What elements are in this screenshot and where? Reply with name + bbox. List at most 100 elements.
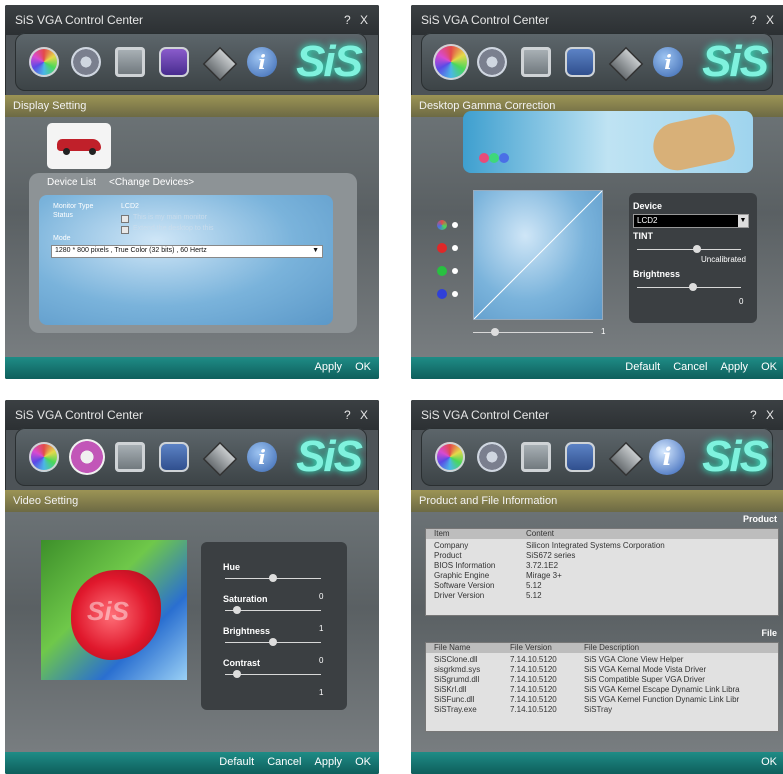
table-row[interactable]: SiSClone.dll 7.14.10.5120 SiS VGA Clone Vi…	[426, 655, 778, 664]
monitor-icon[interactable]	[521, 47, 551, 77]
ok-button[interactable]: OK	[355, 361, 371, 373]
slider-knob[interactable]	[233, 670, 241, 678]
table-row[interactable]: sisgrkmd.sys 7.14.10.5120 SiS VGA Kernal M…	[426, 665, 778, 674]
icon-toolbar: i SiS	[15, 33, 367, 91]
green-channel-radio[interactable]	[452, 268, 458, 274]
info-icon[interactable]: i	[649, 439, 685, 475]
slider-knob[interactable]	[233, 606, 241, 614]
table-row[interactable]: Software Version 5.12	[426, 581, 778, 590]
gear-icon[interactable]	[159, 47, 189, 77]
table-row[interactable]: SiSKrl.dll 7.14.10.5120 SiS VGA Kernel Esc…	[426, 685, 778, 694]
table-row[interactable]: SiSgrumd.dll 7.14.10.5120 SiS Compatible S…	[426, 675, 778, 684]
hue-slider[interactable]	[225, 574, 321, 582]
table-row[interactable]: Driver Version 5.12	[426, 591, 778, 600]
ok-button[interactable]: OK	[355, 756, 371, 768]
apply-button[interactable]: Apply	[315, 361, 343, 373]
color-wheel-icon[interactable]	[29, 47, 59, 77]
cancel-button[interactable]: Cancel	[673, 361, 707, 373]
color-wheel-icon[interactable]	[29, 442, 59, 472]
diamond-icon[interactable]	[608, 46, 644, 82]
info-icon[interactable]: i	[653, 47, 683, 77]
table-row[interactable]: Graphic Engine Mirage 3+	[426, 571, 778, 580]
film-reel-icon[interactable]	[69, 439, 105, 475]
help-close-buttons[interactable]: ? X	[344, 13, 371, 27]
color-wheel-icon[interactable]	[435, 442, 465, 472]
blue-channel-icon[interactable]	[437, 289, 447, 299]
chevron-down-icon: ▼	[312, 247, 319, 254]
gear-icon[interactable]	[565, 442, 595, 472]
film-reel-icon[interactable]	[477, 442, 507, 472]
slider-knob[interactable]	[491, 328, 499, 336]
section-title: Video Setting	[5, 490, 379, 512]
tint-slider[interactable]	[637, 245, 741, 253]
change-devices-link[interactable]: <Change Devices>	[109, 177, 194, 188]
car-thumbnail[interactable]	[47, 123, 111, 169]
table-row[interactable]: BIOS Information 3.72.1E2	[426, 561, 778, 570]
slider-knob[interactable]	[693, 245, 701, 253]
diamond-icon[interactable]	[202, 441, 238, 477]
help-close-buttons[interactable]: ? X	[750, 13, 777, 27]
saturation-slider[interactable]	[225, 606, 321, 614]
help-close-buttons[interactable]: ? X	[750, 408, 777, 422]
icon-toolbar: i SiS	[421, 428, 773, 486]
brightness-slider[interactable]	[637, 283, 741, 291]
product-info-table: Item Content Company Silicon Integrated S…	[425, 528, 779, 616]
red-channel-radio[interactable]	[452, 245, 458, 251]
all-channel-radio[interactable]	[452, 222, 458, 228]
table-cell: Mirage 3+	[526, 571, 562, 580]
monitor-icon[interactable]	[521, 442, 551, 472]
diamond-icon[interactable]	[608, 441, 644, 477]
palette-icon	[648, 111, 738, 175]
diamond-icon[interactable]	[202, 46, 238, 82]
table-row[interactable]: Product SiS672 series	[426, 551, 778, 560]
monitor-icon[interactable]	[115, 47, 145, 77]
default-button[interactable]: Default	[625, 361, 660, 373]
mode-label: Mode	[53, 235, 71, 242]
table-row[interactable]: Company Silicon Integrated Systems Corpor…	[426, 541, 778, 550]
all-color-channel-icon[interactable]	[437, 220, 447, 230]
device-dropdown[interactable]: LCD2 ▼	[633, 214, 749, 228]
film-reel-icon[interactable]	[71, 47, 101, 77]
monitor-icon[interactable]	[115, 442, 145, 472]
blue-channel-radio[interactable]	[452, 291, 458, 297]
gamma-slider[interactable]	[473, 328, 593, 336]
table-row[interactable]: SiSFunc.dll 7.14.10.5120 SiS VGA Kernel Fu…	[426, 695, 778, 704]
color-wheel-icon[interactable]	[433, 44, 469, 80]
slider-knob[interactable]	[269, 638, 277, 646]
brightness-slider[interactable]	[225, 638, 321, 646]
product-header: Product	[742, 514, 777, 524]
brightness-value: 0	[739, 297, 744, 306]
mode-dropdown[interactable]: 1280 * 800 pixels , True Color (32 bits)…	[51, 245, 323, 258]
blue-dot-icon	[499, 153, 509, 163]
gear-icon[interactable]	[565, 47, 595, 77]
main-monitor-checkbox[interactable]	[121, 215, 129, 223]
default-button[interactable]: Default	[219, 756, 254, 768]
file-info-table: File Name File Version File Description …	[425, 642, 779, 732]
slider-knob[interactable]	[269, 574, 277, 582]
table-cell: SiSgrumd.dll	[434, 675, 480, 684]
apply-button[interactable]: Apply	[721, 361, 749, 373]
extend-desktop-checkbox[interactable]	[121, 226, 129, 234]
apply-button[interactable]: Apply	[315, 756, 343, 768]
green-channel-icon[interactable]	[437, 266, 447, 276]
saturation-value: 0	[319, 592, 324, 601]
cancel-button[interactable]: Cancel	[267, 756, 301, 768]
contrast-scale-value: 1	[319, 688, 324, 697]
ok-button[interactable]: OK	[761, 361, 777, 373]
dialog-buttons: OK	[751, 756, 777, 768]
gear-icon[interactable]	[159, 442, 189, 472]
display-setting-window: SiS VGA Control Center ? X i SiS Display…	[5, 5, 379, 379]
info-icon[interactable]: i	[247, 47, 277, 77]
table-row[interactable]: SiSTray.exe 7.14.10.5120 SiSTray	[426, 705, 778, 714]
section-title: Display Setting	[5, 95, 379, 117]
slider-knob[interactable]	[689, 283, 697, 291]
help-close-buttons[interactable]: ? X	[344, 408, 371, 422]
film-reel-icon[interactable]	[477, 47, 507, 77]
table-cell: Graphic Engine	[434, 571, 490, 580]
video-adjust-panel: Hue Saturation 0 Brightness 1 Contrast 0…	[201, 542, 347, 710]
ok-button[interactable]: OK	[761, 756, 777, 768]
contrast-slider[interactable]	[225, 670, 321, 678]
table-cell: 3.72.1E2	[526, 561, 559, 570]
info-icon[interactable]: i	[247, 442, 277, 472]
red-channel-icon[interactable]	[437, 243, 447, 253]
